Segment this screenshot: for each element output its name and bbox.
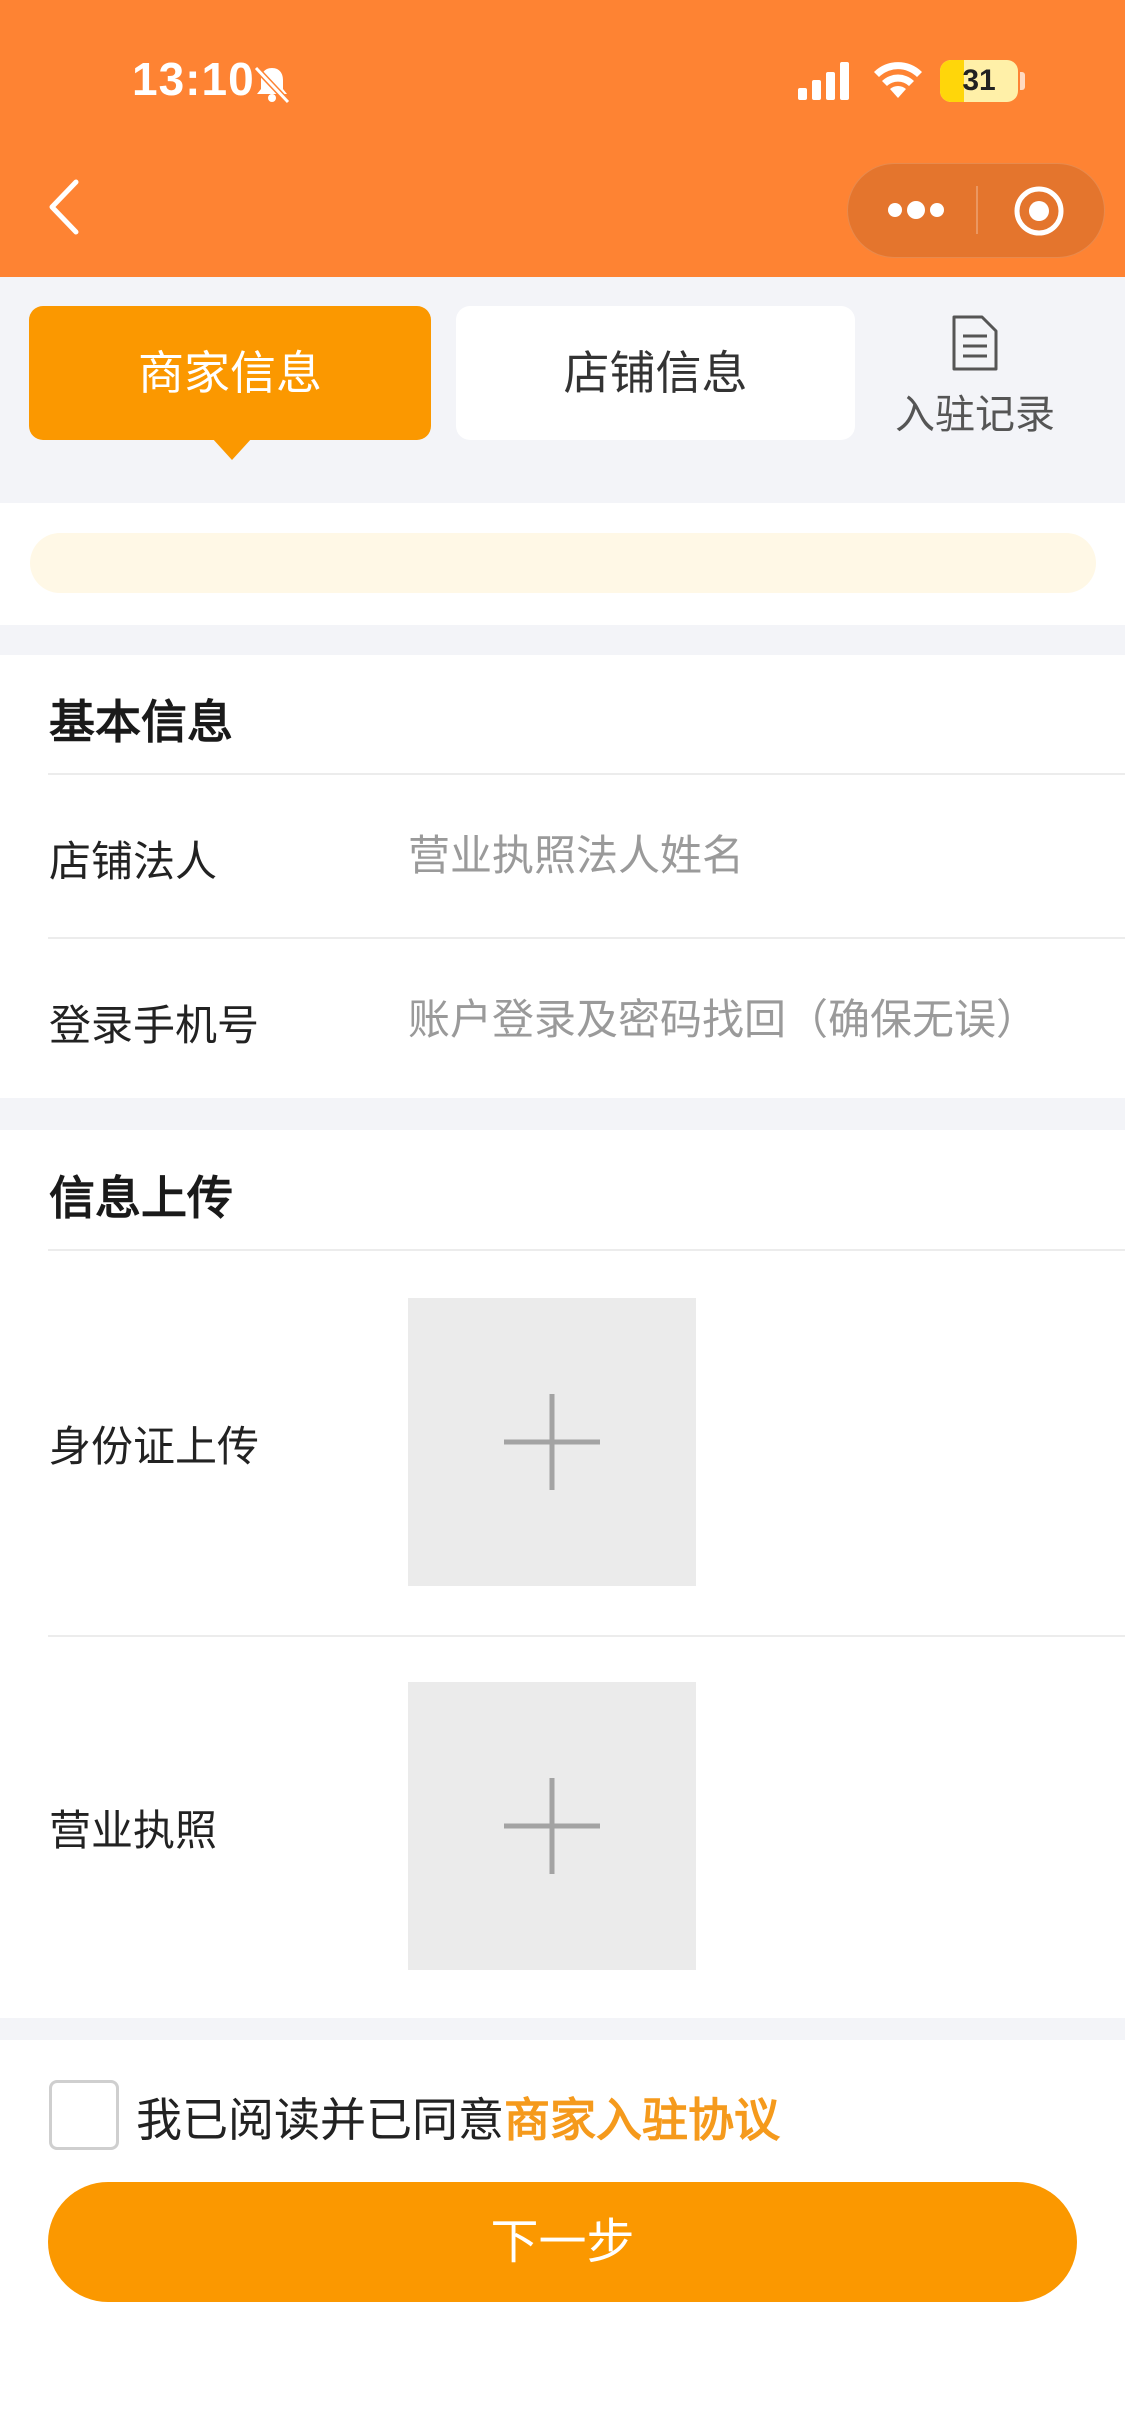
section-gap (0, 625, 1125, 655)
wifi-icon (874, 62, 922, 98)
agreement-checkbox[interactable] (49, 2080, 119, 2150)
tab-merchant-info[interactable]: 商家信息 (29, 306, 431, 440)
agreement-text: 我已阅读并已同意商家入驻协议 (136, 2084, 780, 2150)
back-icon[interactable] (44, 176, 88, 238)
agreement-label: 我已阅读并已同意 (136, 2093, 504, 2147)
legal-person-label: 店铺法人 (49, 837, 218, 886)
battery-icon: 31 (940, 60, 1018, 102)
business-license-label: 营业执照 (49, 1806, 218, 1855)
merchant-agreement-link[interactable]: 商家入驻协议 (504, 2093, 780, 2147)
basic-info-title: 基本信息 (49, 695, 233, 749)
entry-record-label: 入驻记录 (895, 392, 1055, 438)
tab-store-info[interactable]: 店铺信息 (456, 306, 855, 440)
status-time: 13:10 (132, 53, 255, 105)
upload-info-title: 信息上传 (49, 1171, 233, 1225)
divider (48, 1635, 1125, 1637)
id-card-upload-label: 身份证上传 (49, 1422, 260, 1471)
login-phone-input[interactable] (408, 984, 1108, 1054)
entry-record-button[interactable]: 入驻记录 (880, 312, 1070, 442)
battery-level-text: 31 (962, 64, 996, 97)
plus-icon (504, 1394, 600, 1490)
plus-icon (504, 1778, 600, 1874)
section-gap (0, 1098, 1125, 1130)
signal-icon (798, 62, 849, 100)
business-license-upload-box[interactable] (408, 1682, 696, 1970)
bell-muted-icon (253, 65, 291, 105)
divider (48, 773, 1125, 775)
target-icon[interactable] (1012, 184, 1066, 238)
next-step-button[interactable]: 下一步 (48, 2182, 1077, 2302)
active-tab-indicator (212, 438, 252, 460)
battery-cap (1020, 72, 1025, 90)
notice-bar (30, 533, 1096, 593)
id-card-upload-box[interactable] (408, 1298, 696, 1586)
more-icon[interactable] (885, 195, 947, 225)
document-icon (952, 315, 998, 371)
divider (48, 937, 1125, 939)
section-gap (0, 2018, 1125, 2040)
login-phone-label: 登录手机号 (49, 1001, 260, 1050)
divider (48, 1249, 1125, 1251)
capsule-divider (976, 186, 978, 234)
legal-person-input[interactable] (408, 820, 1108, 890)
